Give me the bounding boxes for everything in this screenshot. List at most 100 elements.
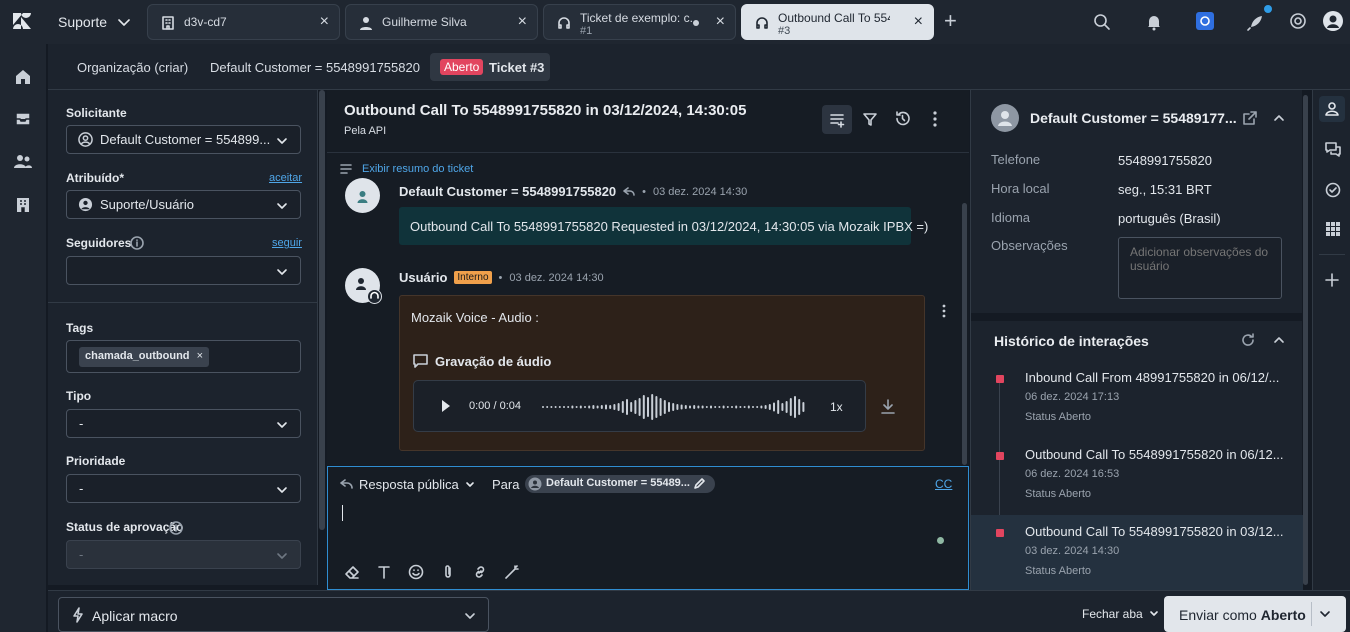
phone-label: Telefone <box>991 152 1041 167</box>
close-icon[interactable]: × <box>320 14 329 30</box>
breadcrumb-organization[interactable]: Organização (criar) <box>77 60 188 75</box>
context-panel-scrollbar[interactable] <box>1303 95 1308 585</box>
users-icon[interactable] <box>13 152 33 172</box>
tab-ticket-3[interactable]: Outbound Call To 554... #3 × <box>741 4 934 40</box>
notes-input[interactable] <box>1118 237 1282 299</box>
emoji-icon[interactable] <box>408 564 424 580</box>
notifications-bell-icon[interactable] <box>1145 13 1163 31</box>
add-tab-button[interactable]: + <box>944 10 957 32</box>
voice-app-icon[interactable] <box>1196 12 1214 30</box>
recipient-chip[interactable]: Default Customer = 55489... <box>525 475 715 493</box>
info-icon[interactable] <box>169 521 183 535</box>
apps-grid-icon[interactable] <box>1325 221 1341 237</box>
approval-status-label: Status de aprovação <box>66 520 184 534</box>
audio-player[interactable]: 0:00 / 0:04 1x <box>413 380 866 432</box>
more-options-icon[interactable] <box>933 111 937 127</box>
tab-ticket-1[interactable]: Ticket de exemplo: c... #1 × <box>543 4 736 40</box>
type-field[interactable]: - <box>66 409 301 438</box>
message-bubble: Outbound Call To 5548991755820 Requested… <box>399 207 928 245</box>
tag-remove-icon[interactable]: × <box>197 350 203 362</box>
comment-icon <box>413 353 428 368</box>
customer-context-button[interactable] <box>1319 96 1345 122</box>
home-icon[interactable] <box>13 67 33 87</box>
rocket-badge-dot <box>1264 5 1272 13</box>
reply-icon <box>623 186 635 197</box>
conversations-icon[interactable] <box>1325 142 1341 158</box>
filter-icon[interactable] <box>862 111 878 127</box>
tags-field[interactable]: chamada_outbound × <box>66 340 301 373</box>
divider <box>1319 254 1345 255</box>
follow-link[interactable]: seguir <box>272 237 302 249</box>
download-icon[interactable] <box>881 399 895 414</box>
add-app-icon[interactable] <box>1325 273 1339 287</box>
summary-link[interactable]: Exibir resumo do ticket <box>362 163 473 175</box>
search-icon[interactable] <box>1093 13 1111 31</box>
message-author[interactable]: Default Customer = 5548991755820 <box>399 184 616 199</box>
priority-field[interactable]: - <box>66 474 301 503</box>
priority-label: Prioridade <box>66 454 126 468</box>
info-icon[interactable] <box>130 236 144 250</box>
reply-type-dropdown[interactable]: Resposta pública <box>340 477 475 492</box>
magic-wand-icon[interactable] <box>504 564 520 580</box>
cc-link[interactable]: CC <box>935 477 952 491</box>
status-open-marker <box>996 529 1004 537</box>
attachment-icon[interactable] <box>440 564 456 580</box>
message-author[interactable]: Usuário <box>399 270 447 285</box>
note-more-options-icon[interactable] <box>942 304 946 318</box>
inbox-icon[interactable] <box>13 109 33 129</box>
type-label: Tipo <box>66 389 92 403</box>
refresh-icon[interactable] <box>1241 333 1255 347</box>
summary-icon <box>340 163 352 175</box>
rocket-icon[interactable] <box>1246 12 1266 32</box>
history-item-current[interactable]: Outbound Call To 5548991755820 in 03/12.… <box>971 515 1303 591</box>
play-icon[interactable] <box>441 399 451 413</box>
breadcrumb-customer[interactable]: Default Customer = 5548991755820 <box>210 60 420 75</box>
history-item-title: Outbound Call To 5548991755820 in 03/12.… <box>1025 524 1284 539</box>
close-tab-dropdown[interactable]: Fechar aba <box>1082 607 1159 621</box>
requester-field[interactable]: Default Customer = 554899... <box>66 125 301 154</box>
avatar <box>991 104 1019 132</box>
chevron-up-icon[interactable] <box>1273 334 1285 346</box>
properties-scrollbar[interactable] <box>319 90 325 530</box>
avatar[interactable] <box>1323 11 1343 31</box>
followers-field[interactable] <box>66 256 301 285</box>
headset-icon <box>556 15 572 31</box>
tab-user[interactable]: Guilherme Silva × <box>345 4 538 40</box>
organizations-icon[interactable] <box>13 195 33 215</box>
history-item[interactable]: Outbound Call To 5548991755820 in 06/12.… <box>971 438 1303 514</box>
breadcrumb-ticket[interactable]: Aberto Ticket #3 <box>430 53 550 81</box>
reply-composer: Resposta pública Para Default Customer =… <box>327 466 969 590</box>
chevron-down-icon[interactable] <box>1319 608 1331 620</box>
chevron-down-icon <box>276 550 288 562</box>
tab-organization[interactable]: d3v-cd7 × <box>147 4 340 40</box>
edit-pencil-icon[interactable] <box>693 477 706 490</box>
close-icon[interactable]: × <box>716 14 725 30</box>
text-format-icon[interactable] <box>376 564 392 580</box>
close-icon[interactable]: × <box>914 14 923 30</box>
check-circle-icon[interactable] <box>1325 182 1341 198</box>
submit-button[interactable]: Enviar como Aberto <box>1164 596 1346 632</box>
customer-name[interactable]: Default Customer = 55489177... <box>1030 110 1237 126</box>
conversation-scrollbar[interactable] <box>962 203 967 465</box>
audio-waveform[interactable] <box>542 391 808 423</box>
apply-macro-dropdown[interactable]: Aplicar macro <box>58 597 489 632</box>
history-icon[interactable] <box>894 110 911 127</box>
help-icon[interactable] <box>1289 12 1307 30</box>
link-icon[interactable] <box>472 564 488 580</box>
eraser-icon[interactable] <box>344 564 360 580</box>
divider <box>48 302 318 303</box>
apps-button[interactable] <box>822 105 852 134</box>
zendesk-logo-icon[interactable] <box>12 12 32 30</box>
history-item-title: Inbound Call From 48991755820 in 06/12/.… <box>1025 370 1280 385</box>
playback-speed[interactable]: 1x <box>830 400 843 414</box>
text-cursor[interactable] <box>342 505 343 521</box>
accept-assignment-link[interactable]: aceitar <box>269 172 302 184</box>
open-external-icon[interactable] <box>1243 111 1257 125</box>
status-badge: Aberto <box>440 59 484 75</box>
chevron-down-icon <box>276 135 288 147</box>
chevron-up-icon[interactable] <box>1273 112 1285 124</box>
workspace-switcher[interactable]: Suporte <box>58 14 131 30</box>
history-item[interactable]: Inbound Call From 48991755820 in 06/12/.… <box>971 361 1303 437</box>
assignee-field[interactable]: Suporte/Usuário <box>66 190 301 219</box>
close-icon[interactable]: × <box>518 14 527 30</box>
